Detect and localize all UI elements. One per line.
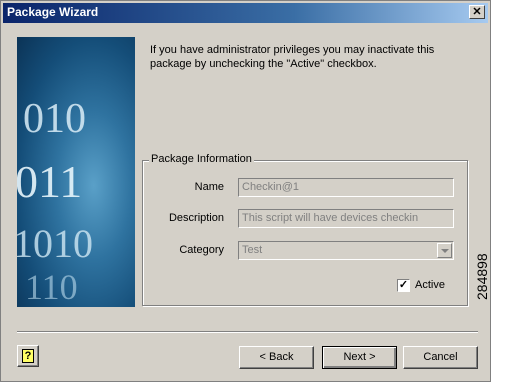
figure-id: 284898 (474, 253, 490, 300)
active-checkbox[interactable]: ✓ (397, 279, 410, 292)
close-button[interactable]: ✕ (469, 5, 485, 19)
window-title: Package Wizard (7, 5, 99, 19)
wizard-side-image: 010 011 1010 110 (17, 37, 135, 307)
digits-row-4: 110 (25, 267, 78, 307)
category-label-text: Category (179, 244, 224, 256)
active-checkbox-label[interactable]: Active (415, 279, 445, 291)
category-dropdown[interactable]: Test (238, 241, 454, 260)
button-separator (17, 331, 478, 333)
description-field[interactable]: This script will have devices checkin (238, 209, 454, 228)
chevron-down-icon[interactable] (437, 243, 452, 258)
back-button[interactable]: < Back (239, 346, 314, 369)
description-label: Description (144, 212, 224, 224)
description-label-text: Description (168, 212, 224, 224)
category-value: Test (242, 244, 263, 256)
digits-row-3: 1010 (17, 221, 93, 266)
digits-row-1: 010 (23, 96, 86, 142)
name-label: Name (144, 181, 224, 193)
name-label-text: Name (194, 181, 224, 193)
help-button[interactable]: ? (17, 345, 39, 367)
intro-text: If you have administrator privileges you… (150, 44, 435, 70)
title-bar[interactable]: Package Wizard ✕ (3, 3, 488, 23)
next-button[interactable]: Next > (322, 346, 397, 369)
category-label: Category (144, 244, 224, 256)
name-field[interactable]: Checkin@1 (238, 178, 454, 197)
digits-row-2: 011 (17, 156, 82, 207)
help-icon: ? (22, 349, 34, 363)
binary-digits-graphic: 010 011 1010 110 (17, 96, 93, 307)
close-icon: ✕ (472, 6, 482, 18)
cancel-button[interactable]: Cancel (403, 346, 478, 369)
group-legend: Package Information (149, 153, 254, 165)
